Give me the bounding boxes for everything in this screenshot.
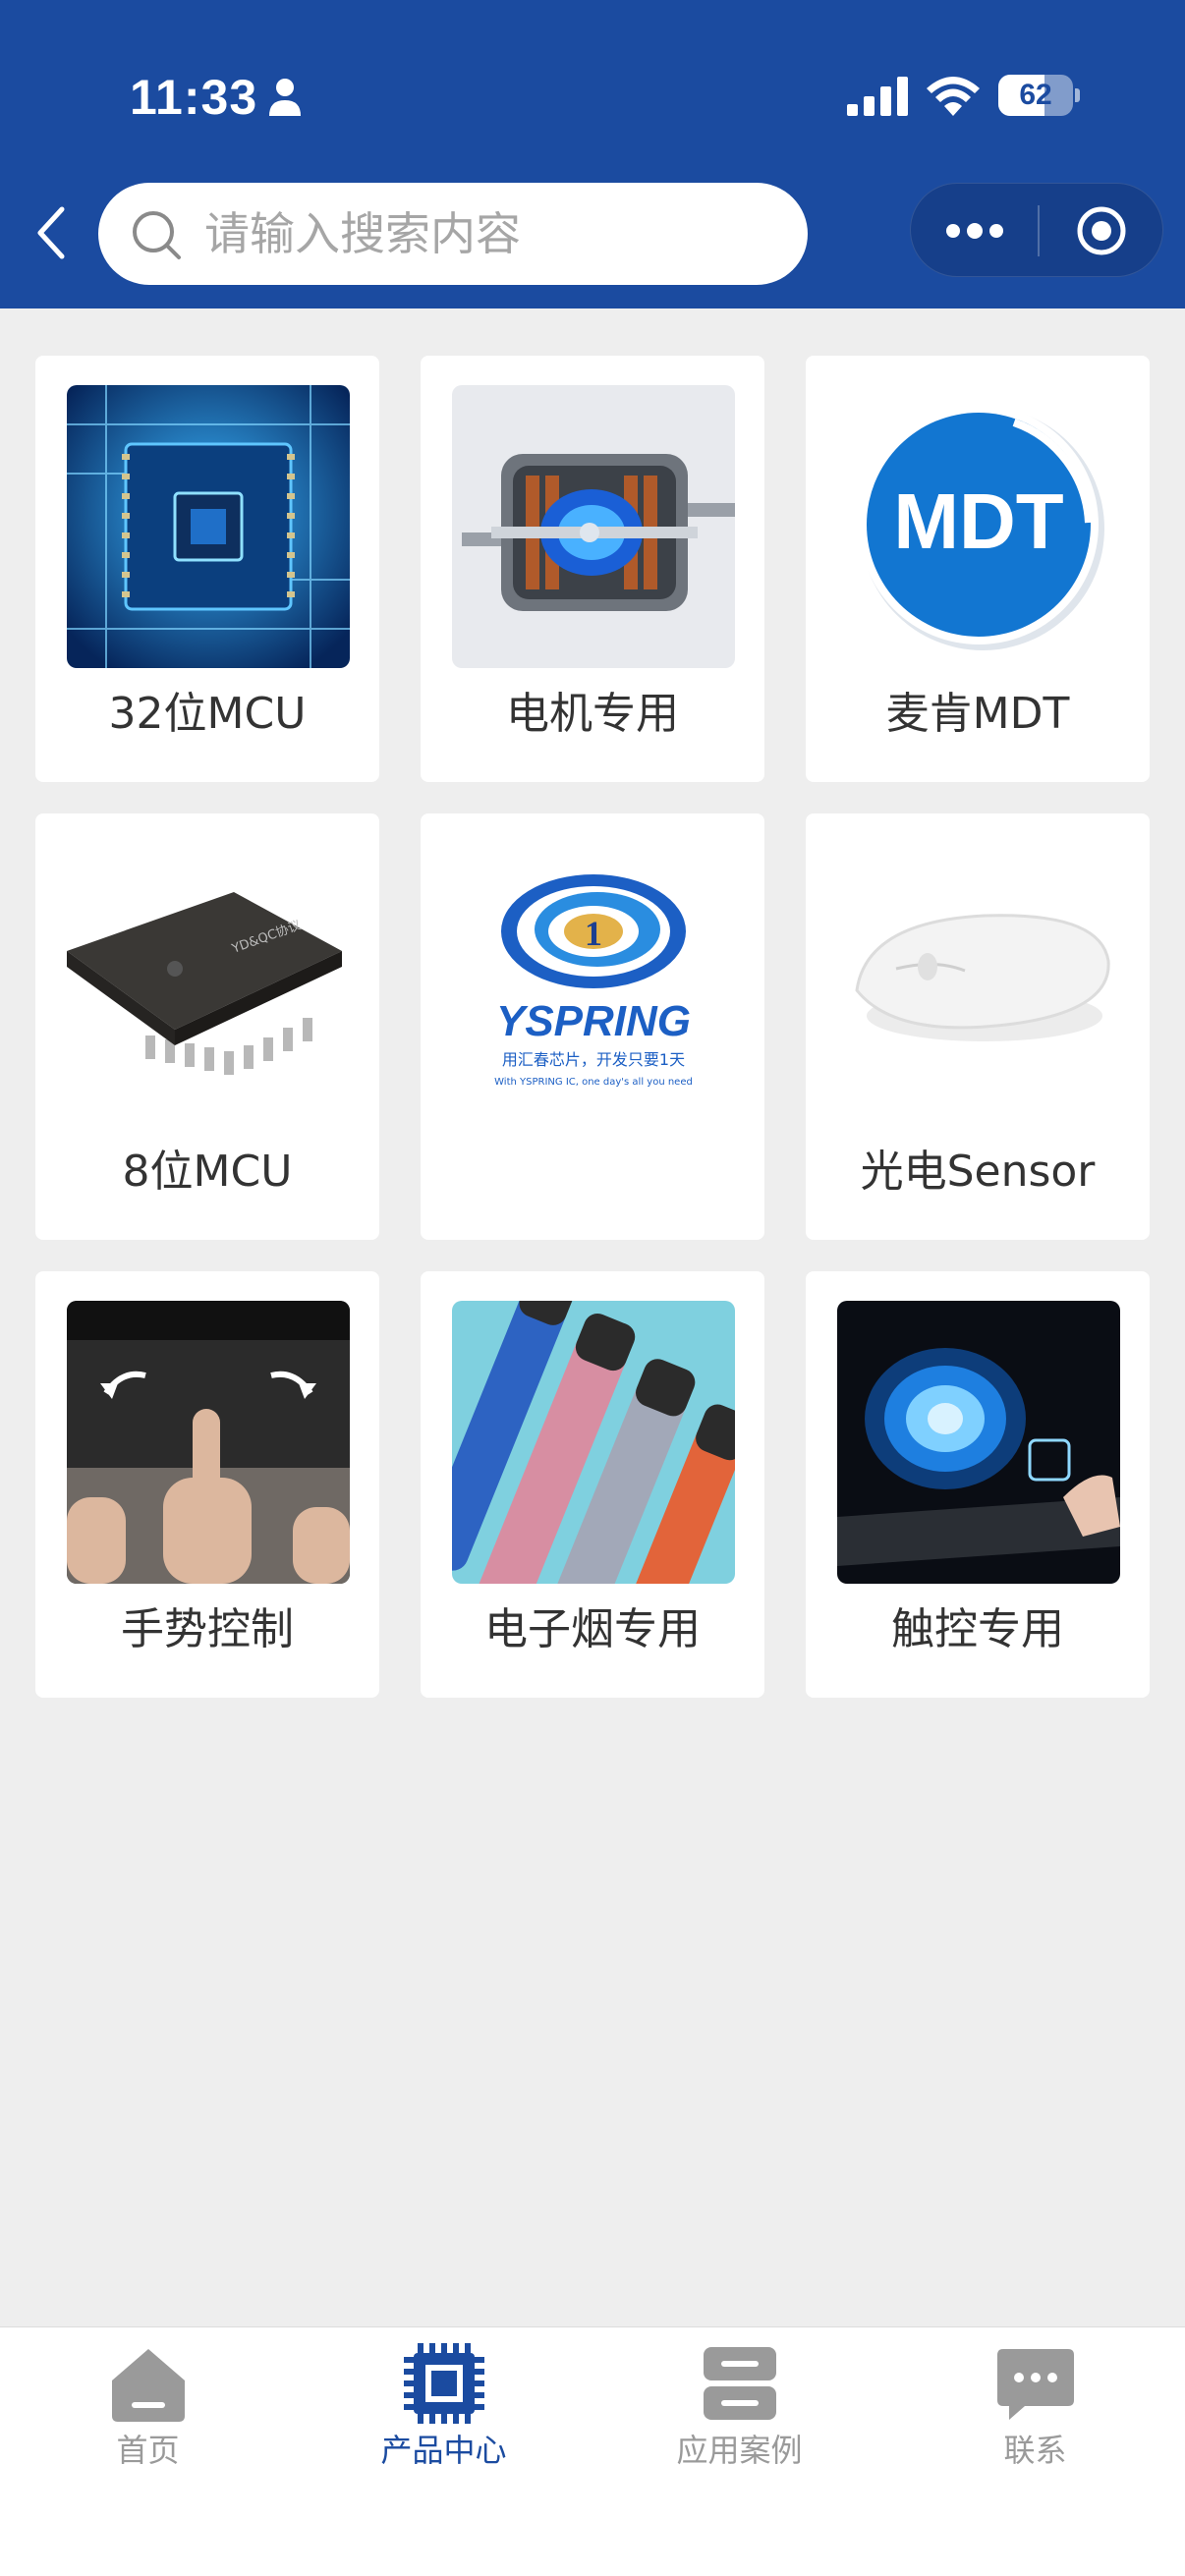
tab-label: 产品中心	[380, 2432, 507, 2469]
home-icon	[112, 2349, 185, 2422]
mini-program-capsule	[910, 183, 1163, 277]
tab-label: 首页	[116, 2432, 180, 2469]
mdt-logo: MDT	[837, 385, 1120, 668]
product-card-yspring[interactable]: 1 YSPRING 用汇春芯片，开发只要1天 With YSPRING IC, …	[421, 813, 764, 1240]
battery-indicator: 62	[998, 75, 1080, 116]
top-header: 11:33 62	[0, 0, 1185, 308]
tab-contact[interactable]: 联系	[887, 2327, 1183, 2485]
cellular-signal-icon	[847, 77, 908, 116]
mdt-logo-text: MDT	[893, 477, 1063, 565]
motor-image	[452, 385, 735, 668]
svg-text:1: 1	[585, 914, 602, 953]
product-label: 电机专用	[506, 689, 679, 739]
search-icon	[133, 211, 181, 259]
yspring-logo-text: YSPRING	[496, 997, 691, 1045]
yspring-slogan: 用汇春芯片，开发只要1天	[502, 1050, 685, 1069]
more-button[interactable]	[911, 184, 1038, 278]
product-label: 麦肯MDT	[885, 689, 1070, 739]
product-label: 电子烟专用	[484, 1604, 701, 1654]
mouse-image	[837, 843, 1120, 1126]
mcu-chip-image	[67, 385, 350, 668]
chevron-left-icon	[37, 206, 65, 259]
touch-hood-image	[837, 1301, 1120, 1584]
more-dots-icon	[945, 223, 1003, 239]
product-label: 手势控制	[121, 1604, 294, 1654]
back-button[interactable]	[22, 196, 81, 269]
yspring-logo: 1 YSPRING 用汇春芯片，开发只要1天 With YSPRING IC, …	[452, 843, 735, 1126]
search-input[interactable]	[204, 183, 774, 285]
cases-icon	[704, 2347, 776, 2420]
bottom-tab-bar: 首页 产品中心 应用案例 联系	[0, 2326, 1185, 2576]
search-bar[interactable]	[98, 183, 808, 285]
chip-icon	[404, 2343, 484, 2424]
tab-label: 联系	[1003, 2432, 1067, 2469]
product-card-optical-sensor[interactable]: 光电Sensor	[806, 813, 1150, 1240]
tab-cases[interactable]: 应用案例	[592, 2327, 887, 2485]
product-card-motor[interactable]: 电机专用	[421, 356, 764, 782]
soic-chip-image: YD&QC协议	[67, 843, 350, 1126]
product-card-8bit-mcu[interactable]: YD&QC协议 8位MCU	[35, 813, 379, 1240]
ecig-image	[452, 1301, 735, 1584]
product-label: 8位MCU	[122, 1147, 293, 1197]
gesture-image	[67, 1301, 350, 1584]
product-label: 32位MCU	[108, 689, 307, 739]
yspring-tagline: With YSPRING IC, one day's all you need	[494, 1077, 693, 1088]
product-card-ecig[interactable]: 电子烟专用	[421, 1271, 764, 1698]
chat-icon	[997, 2349, 1074, 2420]
person-icon	[269, 79, 301, 116]
close-button[interactable]	[1039, 184, 1164, 278]
wifi-icon	[927, 77, 980, 116]
battery-percent: 62	[1019, 79, 1052, 111]
tab-label: 应用案例	[676, 2432, 803, 2469]
tab-products[interactable]: 产品中心	[296, 2327, 592, 2485]
product-card-32bit-mcu[interactable]: 32位MCU	[35, 356, 379, 782]
product-card-gesture[interactable]: 手势控制	[35, 1271, 379, 1698]
product-label: 光电Sensor	[860, 1147, 1096, 1197]
product-card-touch[interactable]: 触控专用	[806, 1271, 1150, 1698]
product-label: 触控专用	[891, 1604, 1064, 1654]
status-time: 11:33	[130, 70, 258, 125]
product-card-mdt[interactable]: MDT 麦肯MDT	[806, 356, 1150, 782]
target-close-icon	[1077, 206, 1126, 255]
tab-home[interactable]: 首页	[0, 2327, 296, 2485]
